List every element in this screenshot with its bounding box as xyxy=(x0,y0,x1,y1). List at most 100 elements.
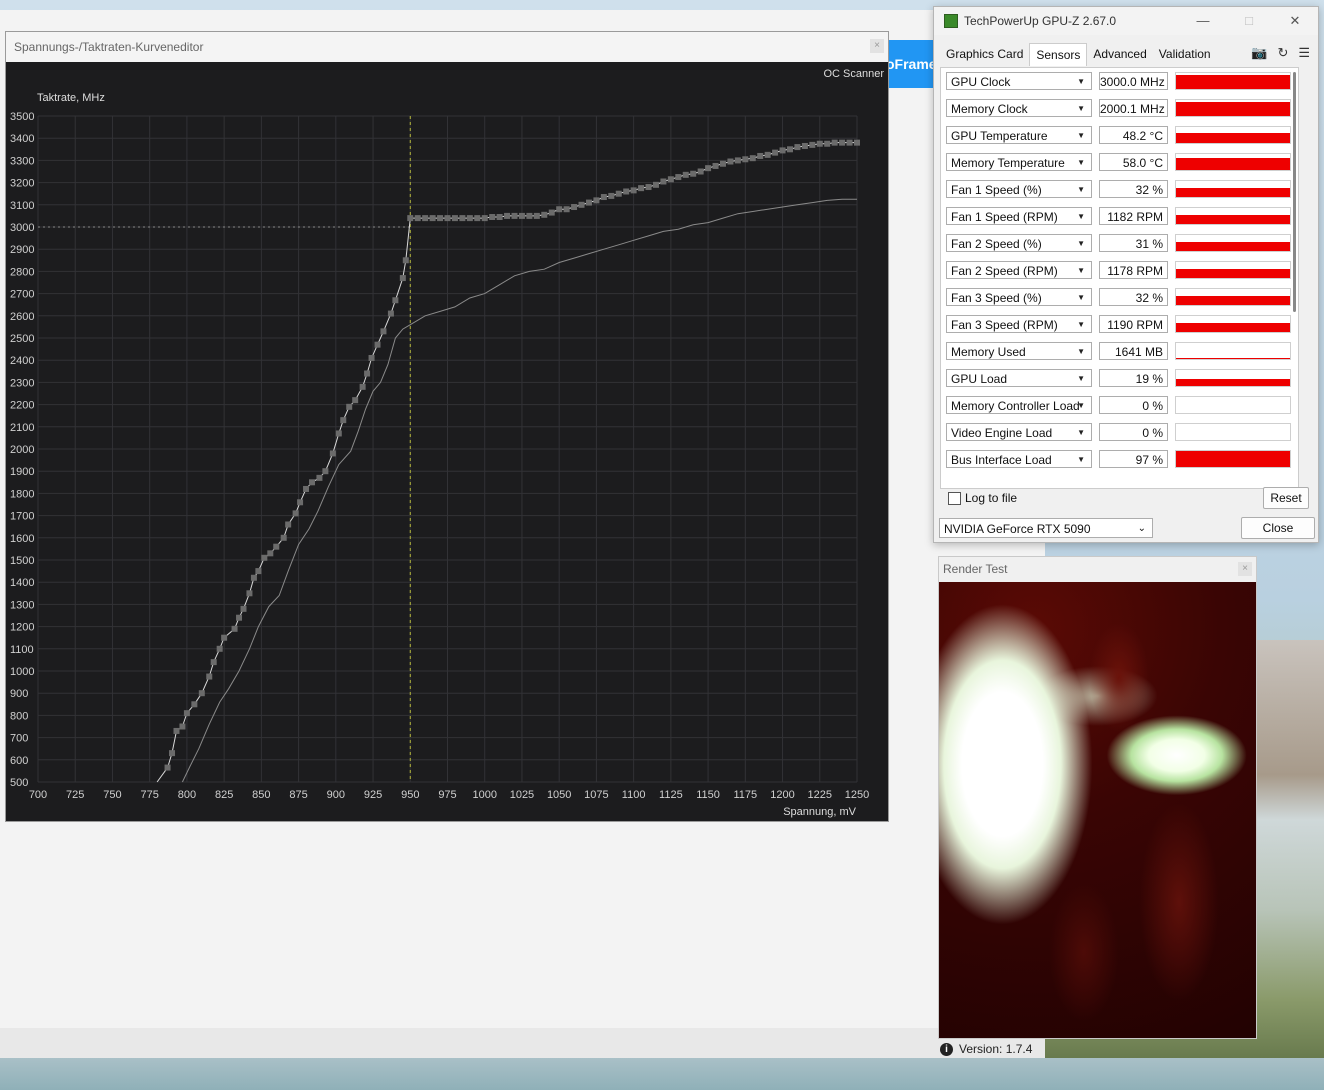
chevron-down-icon: ⌄ xyxy=(1137,523,1146,534)
sensor-name-select[interactable]: Fan 3 Speed (%) ▼ xyxy=(946,288,1092,306)
tab-validation[interactable]: Validation xyxy=(1153,43,1217,65)
menu-icon[interactable]: ☰ xyxy=(1298,45,1310,61)
sensor-name-select[interactable]: Memory Controller Load ▼ xyxy=(946,396,1092,414)
x-tick-label: 1025 xyxy=(510,789,534,801)
curve-point xyxy=(329,450,336,457)
curve-point xyxy=(183,710,190,717)
sensor-name-select[interactable]: Memory Used ▼ xyxy=(946,342,1092,360)
curve-point xyxy=(504,212,511,219)
sensor-name-select[interactable]: Video Engine Load ▼ xyxy=(946,423,1092,441)
curve-point xyxy=(518,212,525,219)
y-axis-title: Taktrate, MHz xyxy=(37,92,105,104)
dropdown-arrow-icon: ▼ xyxy=(1077,77,1085,86)
sensor-name: Fan 1 Speed (%) xyxy=(951,183,1042,197)
x-tick-label: 775 xyxy=(141,789,159,801)
y-tick-label: 2000 xyxy=(10,444,34,456)
curve-point xyxy=(280,534,287,541)
render-test-close-button[interactable]: × xyxy=(1238,562,1252,576)
render-test-titlebar[interactable]: Render Test × xyxy=(939,557,1256,582)
curve-point xyxy=(548,209,555,216)
sensor-row: Memory Controller Load ▼ 0 % xyxy=(946,396,1296,416)
sensor-name-select[interactable]: Memory Clock ▼ xyxy=(946,99,1092,117)
tab-advanced[interactable]: Advanced xyxy=(1087,43,1152,65)
tab-graphics-card[interactable]: Graphics Card xyxy=(940,43,1029,65)
edited-curve-line xyxy=(156,142,857,783)
sensor-name-select[interactable]: GPU Clock ▼ xyxy=(946,72,1092,90)
gpu-select[interactable]: NVIDIA GeForce RTX 5090 ⌄ xyxy=(939,518,1153,538)
sensor-name-select[interactable]: Fan 1 Speed (RPM) ▼ xyxy=(946,207,1092,225)
curve-point xyxy=(236,614,243,621)
background-app-tab[interactable]: oFrame xyxy=(886,40,936,88)
curve-point xyxy=(489,214,496,221)
sensor-graph-fill xyxy=(1176,269,1290,278)
sensor-name-select[interactable]: Bus Interface Load ▼ xyxy=(946,450,1092,468)
sensor-row: Fan 1 Speed (RPM) ▼ 1182 RPM xyxy=(946,207,1296,227)
curve-point xyxy=(359,383,366,390)
curve-point xyxy=(292,510,299,517)
sensor-list[interactable]: GPU Clock ▼ 3000.0 MHz Memory Clock ▼ 2000.1 … xyxy=(940,67,1299,489)
sensor-name-select[interactable]: Memory Temperature ▼ xyxy=(946,153,1092,171)
curve-point xyxy=(593,197,600,204)
sensor-graph xyxy=(1175,72,1291,90)
sensor-name-select[interactable]: Fan 1 Speed (%) ▼ xyxy=(946,180,1092,198)
y-tick-label: 1300 xyxy=(10,599,34,611)
sensor-name-select[interactable]: Fan 2 Speed (%) ▼ xyxy=(946,234,1092,252)
sensor-name-select[interactable]: GPU Load ▼ xyxy=(946,369,1092,387)
sensor-name: GPU Temperature xyxy=(951,129,1048,143)
maximize-button[interactable]: □ xyxy=(1226,7,1272,35)
sensor-name-select[interactable]: Fan 2 Speed (RPM) ▼ xyxy=(946,261,1092,279)
curve-point xyxy=(675,174,682,181)
curve-point xyxy=(727,158,734,165)
y-tick-label: 3300 xyxy=(10,155,34,167)
voltage-frequency-chart[interactable]: 700 725 750 775 800 825 850 875 900 925 950 975 1000… xyxy=(6,32,888,821)
curve-point xyxy=(422,215,429,222)
sensor-graph-fill xyxy=(1176,215,1290,224)
close-button[interactable]: Close xyxy=(1241,517,1315,539)
sensor-row: Fan 2 Speed (%) ▼ 31 % xyxy=(946,234,1296,254)
curve-point xyxy=(608,192,615,199)
curve-point xyxy=(682,171,689,178)
curve-point xyxy=(757,152,764,159)
sensor-row: Bus Interface Load ▼ 97 % xyxy=(946,450,1296,470)
camera-icon[interactable]: 📷 xyxy=(1251,45,1267,61)
gpuz-titlebar[interactable]: TechPowerUp GPU-Z 2.67.0 — □ ✕ xyxy=(934,7,1318,35)
oc-scanner-button[interactable]: OC Scanner xyxy=(823,68,884,80)
close-window-button[interactable]: ✕ xyxy=(1272,7,1318,35)
curve-point xyxy=(839,139,846,146)
curve-point xyxy=(638,185,645,192)
curve-point xyxy=(216,645,223,652)
curve-point xyxy=(173,727,180,734)
y-tick-label: 1400 xyxy=(10,577,34,589)
curve-point xyxy=(267,550,274,557)
curve-point xyxy=(831,139,838,146)
y-tick-label: 600 xyxy=(10,755,28,767)
curve-point xyxy=(786,146,793,153)
tab-sensors[interactable]: Sensors xyxy=(1029,43,1088,66)
y-tick-label: 3100 xyxy=(10,200,34,212)
x-tick-label: 1175 xyxy=(733,789,757,801)
sensor-value: 3000.0 MHz xyxy=(1099,72,1168,90)
y-tick-label: 3500 xyxy=(10,111,34,123)
reset-button[interactable]: Reset xyxy=(1263,487,1309,509)
log-to-file[interactable]: Log to file xyxy=(948,491,1017,505)
sensor-name-select[interactable]: GPU Temperature ▼ xyxy=(946,126,1092,144)
sensor-graph xyxy=(1175,126,1291,144)
dropdown-arrow-icon: ▼ xyxy=(1077,428,1085,437)
sensor-graph xyxy=(1175,234,1291,252)
sensor-name: GPU Load xyxy=(951,372,1008,386)
y-tick-label: 1600 xyxy=(10,533,34,545)
sensor-name-select[interactable]: Fan 3 Speed (RPM) ▼ xyxy=(946,315,1092,333)
sensor-graph-fill xyxy=(1176,358,1290,359)
sensor-graph-fill xyxy=(1176,188,1290,197)
y-tick-label: 700 xyxy=(10,733,28,745)
sensor-graph-fill xyxy=(1176,323,1290,332)
x-tick-label: 1250 xyxy=(845,789,869,801)
minimize-button[interactable]: — xyxy=(1180,7,1226,35)
log-to-file-checkbox[interactable] xyxy=(948,491,961,505)
curve-point xyxy=(368,354,375,361)
curve-point xyxy=(231,625,238,632)
curve-point xyxy=(429,215,436,222)
curve-point xyxy=(474,215,481,222)
curve-point xyxy=(451,215,458,222)
refresh-icon[interactable]: ↻ xyxy=(1277,45,1288,61)
